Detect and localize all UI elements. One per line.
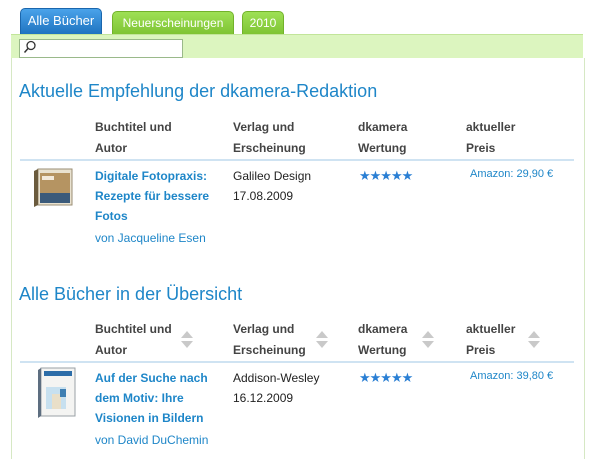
book-cover-image[interactable] bbox=[37, 367, 77, 419]
col-title-header: Buchtitel und Autor bbox=[95, 120, 172, 155]
sort-arrows-icon[interactable] bbox=[180, 331, 194, 349]
sort-arrows-icon[interactable] bbox=[527, 331, 541, 349]
author-link[interactable]: von David DuChemin bbox=[95, 430, 208, 450]
publisher-text: Galileo Design 17.08.2009 bbox=[233, 169, 312, 203]
rating-stars: ★★★★★ bbox=[359, 168, 413, 183]
col-title-header: Buchtitel und Autor bbox=[95, 322, 172, 357]
col-price-header: aktueller Preis bbox=[466, 322, 516, 357]
search-bar bbox=[11, 34, 583, 59]
search-input[interactable] bbox=[19, 39, 183, 58]
col-publisher-header: Verlag und Erscheinung bbox=[233, 322, 306, 357]
sort-arrows-icon[interactable] bbox=[421, 331, 435, 349]
price-link[interactable]: Amazon: 29,90 € bbox=[470, 168, 553, 180]
publisher-text: Addison-Wesley 16.12.2009 bbox=[233, 371, 320, 405]
author-link[interactable]: von Jacqueline Esen bbox=[95, 228, 206, 248]
sort-arrows-icon[interactable] bbox=[315, 331, 329, 349]
tab-alle-buecher[interactable]: Alle Bücher bbox=[20, 8, 102, 34]
book-title-link[interactable]: Auf der Suche nach dem Motiv: Ihre Visio… bbox=[95, 368, 208, 428]
col-rating-header: dkamera Wertung bbox=[358, 322, 408, 357]
divider bbox=[20, 361, 574, 363]
recommendation-heading: Aktuelle Empfehlung der dkamera-Redaktio… bbox=[19, 81, 378, 101]
overview-heading: Alle Bücher in der Übersicht bbox=[19, 284, 243, 304]
tab-2010[interactable]: 2010 bbox=[242, 11, 284, 34]
tab-bar: Alle Bücher Neuerscheinungen 2010 bbox=[0, 0, 589, 34]
rating-stars: ★★★★★ bbox=[359, 370, 413, 385]
book-cover-image[interactable] bbox=[32, 167, 74, 209]
col-price-header: aktueller Preis bbox=[466, 120, 516, 155]
search-icon bbox=[23, 40, 36, 53]
divider bbox=[20, 159, 574, 161]
book-title-link[interactable]: Digitale Fotopraxis: Rezepte für bessere… bbox=[95, 166, 209, 226]
col-rating-header: dkamera Wertung bbox=[358, 120, 408, 155]
tab-neuerscheinungen[interactable]: Neuerscheinungen bbox=[112, 11, 234, 34]
col-publisher-header: Verlag und Erscheinung bbox=[233, 120, 306, 155]
price-link[interactable]: Amazon: 39,80 € bbox=[470, 370, 553, 382]
